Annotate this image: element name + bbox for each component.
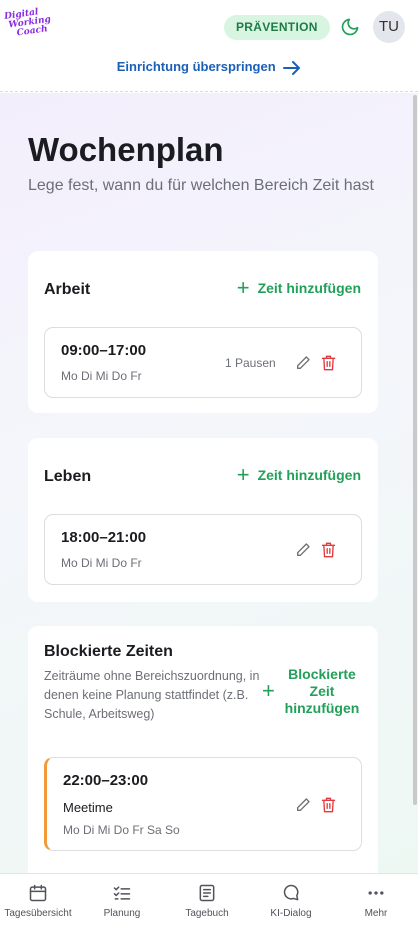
skip-setup-label: Einrichtung überspringen: [116, 59, 276, 74]
add-blocked-time-label: Blockierte Zeit hinzufügen: [284, 666, 360, 716]
nav-label: KI-Dialog: [270, 908, 312, 919]
slot-time: 09:00–17:00: [61, 342, 147, 359]
work-section-title: Arbeit: [44, 281, 91, 298]
user-avatar[interactable]: TU: [373, 11, 405, 43]
add-work-time-button[interactable]: + Zeit hinzufügen: [236, 275, 361, 300]
work-time-slot[interactable]: 09:00–17:00 Mo Di Mi Do Fr 1 Pausen: [44, 327, 362, 398]
work-section-card: Arbeit + Zeit hinzufügen 09:00–17:00 Mo …: [28, 251, 378, 413]
slot-time: 22:00–23:00: [63, 772, 149, 789]
blocked-section-description: Zeiträume ohne Bereichszuordnung, in den…: [44, 669, 260, 721]
add-life-time-button[interactable]: + Zeit hinzufügen: [236, 462, 361, 487]
trash-icon[interactable]: [321, 355, 336, 371]
plus-icon: +: [262, 678, 275, 703]
page-title: Wochenplan: [28, 131, 224, 168]
nav-item-daily-overview[interactable]: Tagesübersicht: [0, 874, 80, 926]
calendar-icon: [29, 884, 47, 902]
more-dots-icon: [368, 891, 384, 895]
main-content: Wochenplan Lege fest, wann du für welche…: [0, 93, 418, 873]
page-subtitle: Lege fest, wann du für welchen Bereich Z…: [28, 177, 374, 194]
skip-setup-link[interactable]: Einrichtung überspringen: [0, 59, 418, 75]
plus-icon: +: [236, 275, 250, 300]
life-section-card: Leben + Zeit hinzufügen 18:00–21:00 Mo D…: [28, 438, 378, 602]
app-logo[interactable]: Digital Working Coach: [4, 7, 52, 47]
trash-icon[interactable]: [321, 797, 336, 813]
add-blocked-time-button[interactable]: + Blockierte Zeit hinzufügen: [262, 666, 362, 716]
slot-days: Mo Di Mi Do Fr Sa So: [63, 823, 180, 837]
pencil-icon[interactable]: [295, 355, 311, 371]
blocked-section-card: Blockierte Zeiten Zeiträume ohne Bereich…: [28, 626, 378, 873]
app-header: Digital Working Coach PRÄVENTION TU Einr…: [0, 0, 418, 92]
slot-pause-count: 1 Pausen: [225, 356, 276, 370]
life-time-slot[interactable]: 18:00–21:00 Mo Di Mi Do Fr: [44, 514, 362, 585]
pencil-icon[interactable]: [295, 797, 311, 813]
nav-item-planning[interactable]: Planung: [80, 874, 164, 926]
nav-item-ai-dialog[interactable]: KI-Dialog: [249, 874, 333, 926]
add-life-time-label: Zeit hinzufügen: [257, 467, 361, 483]
bottom-navigation: Tagesübersicht Planung Tagebuch KI-Dialo…: [0, 873, 418, 926]
nav-label: Planung: [103, 908, 141, 919]
slot-days: Mo Di Mi Do Fr: [61, 556, 142, 570]
plus-icon: +: [236, 462, 250, 487]
blocked-section-title: Blockierte Zeiten: [44, 643, 173, 660]
scrollbar[interactable]: [413, 95, 417, 805]
slot-time: 18:00–21:00: [61, 529, 147, 546]
chat-icon: [283, 884, 299, 901]
logo-line-3: Coach: [16, 24, 49, 39]
add-work-time-label: Zeit hinzufügen: [257, 280, 361, 296]
checklist-icon: [113, 886, 131, 900]
life-section-title: Leben: [44, 468, 92, 485]
prevention-badge[interactable]: PRÄVENTION: [224, 15, 330, 40]
nav-item-diary[interactable]: Tagebuch: [165, 874, 249, 926]
moon-icon[interactable]: [340, 17, 360, 37]
book-icon: [199, 884, 215, 902]
pencil-icon[interactable]: [295, 542, 311, 558]
nav-label: Tagesübersicht: [4, 908, 72, 919]
slot-name: Meetime: [63, 800, 113, 815]
slot-days: Mo Di Mi Do Fr: [61, 369, 142, 383]
blocked-time-slot[interactable]: 22:00–23:00 Meetime Mo Di Mi Do Fr Sa So: [44, 757, 362, 851]
arrow-right-icon: [283, 60, 301, 75]
nav-label: Mehr: [364, 908, 388, 919]
trash-icon[interactable]: [321, 542, 336, 558]
nav-item-more[interactable]: Mehr: [334, 874, 418, 926]
nav-label: Tagebuch: [185, 908, 229, 919]
